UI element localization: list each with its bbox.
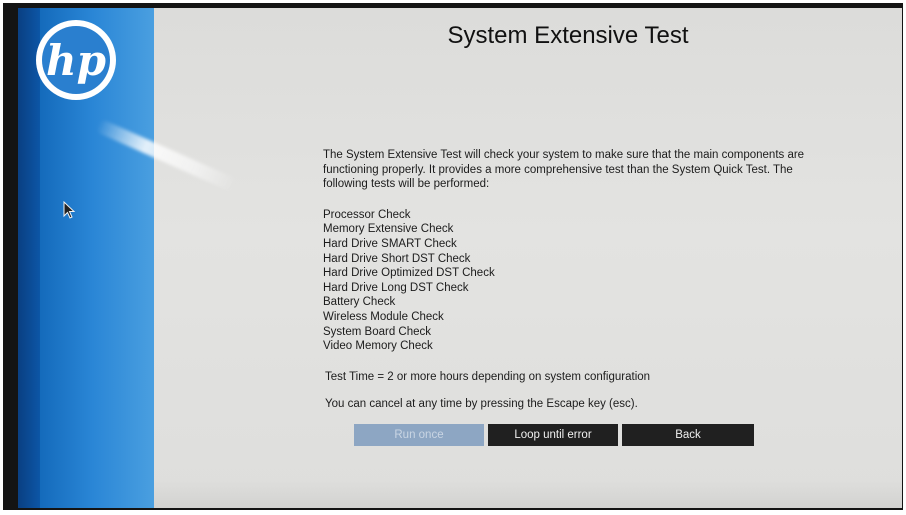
mouse-pointer-icon — [63, 201, 76, 219]
run-once-button[interactable]: Run once — [354, 424, 484, 446]
photo-frame: hp System Extensive Test The System Exte… — [0, 0, 906, 515]
list-item: Battery Check — [323, 296, 396, 309]
action-buttons: Run once Loop until error Back — [354, 424, 754, 446]
list-item: Processor Check — [323, 208, 411, 221]
test-description: The System Extensive Test will check you… — [323, 148, 823, 412]
intro-text: The System Extensive Test will check you… — [323, 149, 805, 191]
test-time-text: Test Time = 2 or more hours depending on… — [325, 370, 651, 383]
hp-logo-icon: hp — [36, 20, 116, 100]
list-item: Video Memory Check — [323, 340, 433, 353]
back-button[interactable]: Back — [622, 424, 754, 446]
list-item: System Board Check — [323, 325, 432, 338]
list-item: Hard Drive Long DST Check — [323, 281, 469, 294]
svg-text:hp: hp — [46, 36, 106, 85]
list-item: Wireless Module Check — [323, 310, 444, 323]
test-list: Processor Check Memory Extensive Check H… — [323, 208, 823, 354]
list-item: Hard Drive Optimized DST Check — [323, 267, 495, 280]
list-item: Memory Extensive Check — [323, 223, 454, 236]
screen-bottom-shade — [154, 478, 902, 508]
cancel-note-text: You can cancel at any time by pressing t… — [325, 398, 638, 411]
diagnostics-screen: hp System Extensive Test The System Exte… — [18, 8, 902, 508]
page-title: System Extensive Test — [447, 22, 689, 49]
list-item: Hard Drive SMART Check — [323, 237, 457, 250]
list-item: Hard Drive Short DST Check — [323, 252, 471, 265]
loop-until-error-button[interactable]: Loop until error — [488, 424, 618, 446]
brand-sidebar: hp — [18, 8, 154, 508]
